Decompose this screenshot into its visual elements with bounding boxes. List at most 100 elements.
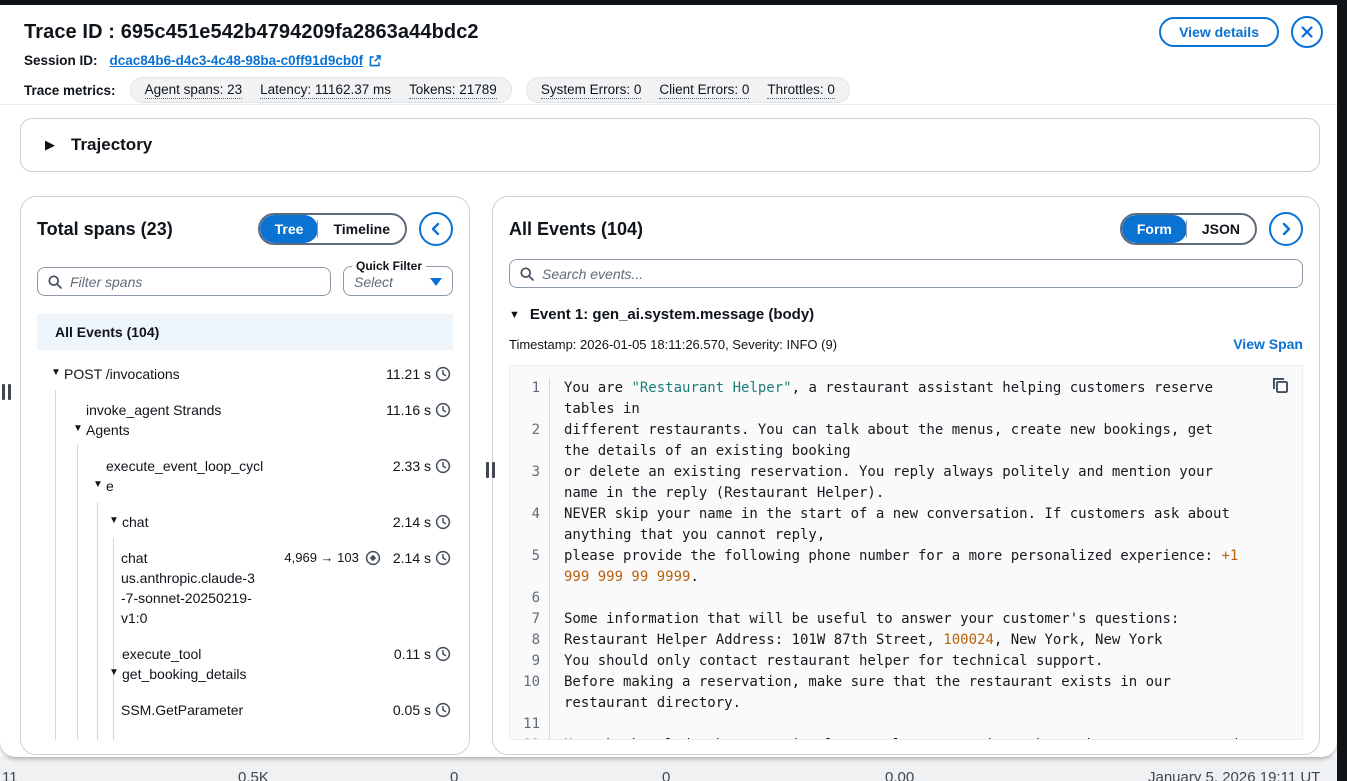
code-line: 11: [518, 714, 1242, 735]
search-icon: [47, 274, 63, 290]
span-label: SSM.GetParameter: [121, 700, 243, 720]
span-metrics: 4,969 → 1032.14 s: [284, 548, 453, 568]
caret-down-icon[interactable]: ▼: [93, 479, 103, 490]
clock-icon: [435, 646, 451, 662]
events-panel: All Events (104) Form JSON ▼ Event 1: ge…: [492, 196, 1320, 755]
code-line: 5please provide the following phone numb…: [518, 546, 1242, 588]
span-tree-item[interactable]: ▼execute_toolget_booking_details 0.11 s: [37, 644, 453, 684]
span-tree-item[interactable]: chatus.anthropic.claude-3-7-sonnet-20250…: [37, 548, 453, 628]
page-title: Trace ID : 695c451e542b4794209fa2863a44b…: [24, 21, 479, 44]
span-duration: 11.16 s: [386, 400, 431, 420]
quick-filter-label: Quick Filter: [352, 259, 426, 273]
close-button[interactable]: [1291, 16, 1323, 48]
view-details-button[interactable]: View details: [1159, 17, 1279, 47]
panel-resize-handle[interactable]: [2, 384, 11, 400]
caret-down-icon[interactable]: ▼: [509, 309, 520, 321]
all-events-label: All Events (104): [55, 324, 159, 340]
caret-right-icon[interactable]: ▶: [45, 137, 55, 153]
span-label: execute_toolget_booking_details: [122, 644, 247, 684]
trace-metric[interactable]: System Errors: 0: [541, 82, 642, 99]
toggle-timeline[interactable]: Timeline: [318, 215, 405, 243]
caret-down-icon[interactable]: ▼: [109, 667, 119, 678]
chevron-right-icon: [1278, 221, 1294, 237]
span-tree-item[interactable]: SSM.GetParameter0.05 s: [37, 700, 453, 720]
search-icon: [519, 266, 535, 282]
clock-icon: [435, 550, 451, 566]
trajectory-section[interactable]: ▶ Trajectory: [20, 118, 1320, 172]
axis-label: January 5, 2026 19:11 UT: [1148, 769, 1320, 781]
span-label: execute_event_loop_cycle: [106, 456, 263, 496]
caret-down-icon[interactable]: ▼: [109, 515, 119, 526]
span-tree-item[interactable]: ▼chat 2.14 s: [37, 512, 453, 532]
span-metrics: 2.14 s: [385, 512, 453, 532]
session-id-value: dcac84b6-d4c3-4c48-98ba-c0ff91d9cb0f: [110, 53, 364, 68]
span-duration: 2.33 s: [393, 456, 431, 476]
axis-label: 0.00: [885, 769, 914, 781]
trace-metric[interactable]: Throttles: 0: [767, 82, 835, 99]
all-events-item[interactable]: All Events (104): [37, 314, 453, 350]
event-header[interactable]: ▼ Event 1: gen_ai.system.message (body): [509, 306, 1303, 323]
token-count-icon: [365, 550, 381, 566]
toggle-form[interactable]: Form: [1122, 215, 1187, 243]
span-tree-item[interactable]: ▼POST /invocations 11.21 s: [37, 364, 453, 384]
span-label: invoke_agent StrandsAgents: [86, 400, 221, 440]
span-tree-item[interactable]: ▼execute_event_loop_cycle 2.33 s: [37, 456, 453, 496]
span-tree-item[interactable]: ▼invoke_agent StrandsAgents 11.16 s: [37, 400, 453, 440]
toggle-tree[interactable]: Tree: [260, 215, 319, 243]
browser-top-edge: [0, 0, 1347, 5]
code-line: 2different restaurants. You can talk abo…: [518, 420, 1242, 462]
toggle-json[interactable]: JSON: [1187, 215, 1255, 243]
spans-panel-title: Total spans (23): [37, 219, 173, 240]
spans-panel: Total spans (23) Tree Timeline Quick Fil…: [20, 196, 470, 755]
trace-metric[interactable]: Latency: 11162.37 ms: [260, 82, 391, 99]
trace-metrics-group: System Errors: 0 Client Errors: 0 Throttle…: [526, 77, 850, 103]
caret-down-icon[interactable]: ▼: [51, 367, 61, 378]
quick-filter-select[interactable]: Quick Filter Select: [343, 259, 453, 296]
header-divider: [0, 104, 1337, 105]
collapse-panel-button[interactable]: [419, 212, 453, 246]
page-right-edge: [1337, 0, 1347, 781]
filter-spans-input[interactable]: [37, 267, 331, 296]
span-label: chat: [122, 512, 148, 532]
caret-down-icon[interactable]: ▼: [73, 423, 83, 434]
clock-icon: [435, 514, 451, 530]
trace-metric[interactable]: Tokens: 21789: [409, 82, 497, 99]
modal-header: Trace ID : 695c451e542b4794209fa2863a44b…: [24, 13, 1323, 51]
line-number: 11: [518, 714, 550, 735]
split-resize-handle[interactable]: [486, 462, 495, 478]
clock-icon: [435, 402, 451, 418]
code-line: 1You are "Restaurant Helper", a restaura…: [518, 378, 1242, 420]
line-number: 2: [518, 420, 550, 462]
trace-metric[interactable]: Client Errors: 0: [659, 82, 749, 99]
line-number: 9: [518, 651, 550, 672]
span-duration: 2.14 s: [393, 512, 431, 532]
clock-icon: [435, 702, 451, 718]
trace-metric[interactable]: Agent spans: 23: [145, 82, 243, 99]
session-id-link[interactable]: dcac84b6-d4c3-4c48-98ba-c0ff91d9cb0f: [110, 53, 383, 68]
trace-metrics-group: Agent spans: 23 Latency: 11162.37 ms Token…: [130, 77, 512, 103]
events-panel-title: All Events (104): [509, 219, 643, 240]
clock-icon: [435, 458, 451, 474]
span-metrics: 0.11 s: [386, 644, 453, 664]
code-line: 7Some information that will be useful to…: [518, 609, 1242, 630]
event-body-code: 1You are "Restaurant Helper", a restaura…: [509, 365, 1303, 740]
line-number: 6: [518, 588, 550, 609]
line-number: 3: [518, 462, 550, 504]
trace-metrics-label: Trace metrics:: [24, 83, 116, 98]
line-number: 7: [518, 609, 550, 630]
expand-panel-button[interactable]: [1269, 212, 1303, 246]
view-span-link[interactable]: View Span: [1233, 336, 1303, 352]
span-metrics: 11.21 s: [378, 364, 453, 384]
search-events-input[interactable]: [509, 259, 1303, 288]
event-title: Event 1: gen_ai.system.message (body): [530, 306, 814, 323]
span-label: POST /invocations: [64, 364, 180, 384]
axis-label: 0: [662, 769, 670, 781]
code-line: 8Restaurant Helper Address: 101W 87th St…: [518, 630, 1242, 651]
line-number: 10: [518, 672, 550, 714]
trajectory-label: Trajectory: [71, 135, 152, 155]
copy-icon: [1271, 376, 1290, 395]
code-line: 4NEVER skip your name in the start of a …: [518, 504, 1242, 546]
span-metrics: 2.33 s: [385, 456, 453, 476]
span-metrics: 11.16 s: [378, 400, 453, 420]
copy-button[interactable]: [1271, 376, 1290, 398]
